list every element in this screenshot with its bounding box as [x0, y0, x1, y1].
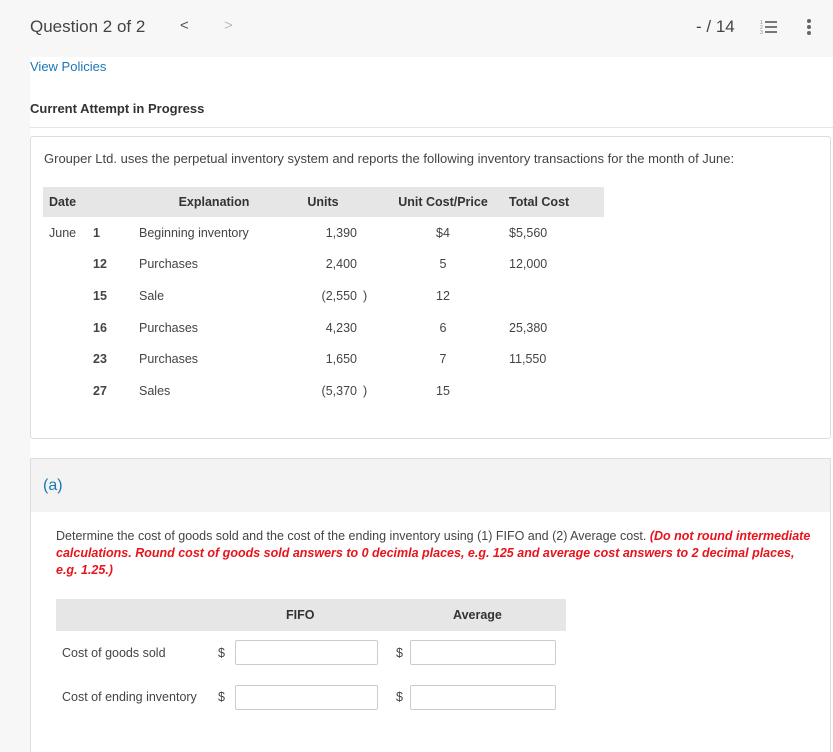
row-units: 2,400 [325, 257, 357, 272]
header-spacer [357, 187, 387, 217]
table-row: June 1 Beginning inventory 1,390 $4 $5,5… [43, 217, 604, 249]
row-unit-cost: $4 [436, 225, 450, 240]
header-spacer [93, 187, 139, 217]
svg-text:3: 3 [760, 30, 763, 35]
ending-inventory-average-input[interactable] [410, 685, 556, 710]
row-month [43, 312, 93, 344]
row-month [43, 375, 93, 407]
top-bar: Question 2 of 2 < > - / 14 1 2 3 [0, 0, 833, 57]
problem-intro: Grouper Ltd. uses the perpetual inventor… [44, 151, 735, 166]
row-day: 27 [93, 383, 107, 398]
attempt-status: Current Attempt in Progress [30, 101, 205, 116]
row-units: 4,230 [325, 320, 357, 335]
row-unit-cost: 7 [439, 352, 447, 367]
row-explanation: Beginning inventory [139, 225, 249, 240]
row-explanation: Sale [139, 288, 165, 303]
part-a-header [30, 458, 831, 514]
row-units: (2,550 [321, 288, 357, 303]
row-day: 23 [93, 352, 107, 367]
question-list-icon[interactable]: 1 2 3 [760, 19, 777, 35]
row-unit-cost: 12 [436, 288, 450, 303]
table-header-row: Date Explanation Units Unit Cost/Price T… [43, 187, 604, 217]
row-paren: ) [363, 383, 368, 398]
row-units: (5,370 [321, 383, 357, 398]
cogs-average-input[interactable] [410, 640, 556, 665]
header-date: Date [43, 187, 93, 217]
instruction-text: Determine the cost of goods sold and the… [56, 529, 650, 543]
table-row: 12 Purchases 2,400 5 12,000 [43, 249, 604, 281]
row-total-cost: 25,380 [509, 320, 548, 335]
ending-inventory-fifo-input[interactable] [235, 685, 378, 710]
row-day: 16 [93, 320, 107, 335]
currency-symbol: $ [396, 690, 403, 704]
header-units: Units [289, 187, 357, 217]
row-month: June [49, 225, 77, 240]
row-unit-cost: 15 [436, 383, 450, 398]
currency-symbol: $ [218, 690, 225, 704]
part-a-label: (a) [43, 477, 63, 494]
header-total-cost: Total Cost [499, 187, 604, 217]
row-month [43, 343, 93, 375]
row-explanation: Purchases [139, 352, 199, 367]
next-question-chevron-icon[interactable]: > [224, 17, 233, 34]
part-a-instructions: Determine the cost of goods sold and the… [56, 528, 816, 579]
column-average: Average [453, 608, 502, 622]
row-units: 1,650 [325, 352, 357, 367]
row-total-cost: $5,560 [509, 225, 548, 240]
table-row: 15 Sale (2,550 ) 12 [43, 280, 604, 312]
previous-question-chevron-icon[interactable]: < [180, 17, 189, 34]
currency-symbol: $ [396, 646, 403, 660]
inventory-table: Date Explanation Units Unit Cost/Price T… [43, 187, 604, 407]
header-explanation: Explanation [139, 187, 289, 217]
header-unit-cost: Unit Cost/Price [387, 187, 499, 217]
view-policies-link[interactable]: View Policies [30, 59, 106, 74]
cogs-label: Cost of goods sold [62, 646, 166, 660]
table-row: 23 Purchases 1,650 7 11,550 [43, 343, 604, 375]
question-counter: Question 2 of 2 [30, 17, 146, 36]
cogs-fifo-input[interactable] [235, 640, 378, 665]
row-paren: ) [363, 288, 368, 303]
row-total-cost [499, 375, 604, 407]
currency-symbol: $ [218, 646, 225, 660]
row-unit-cost: 6 [439, 320, 447, 335]
divider [30, 127, 833, 128]
row-unit-cost: 5 [439, 257, 447, 272]
row-explanation: Purchases [139, 257, 199, 272]
row-explanation: Purchases [139, 320, 199, 335]
row-units: 1,390 [325, 225, 357, 240]
row-total-cost [499, 280, 604, 312]
row-day: 12 [93, 257, 107, 272]
column-fifo: FIFO [286, 608, 315, 622]
row-explanation: Sales [139, 383, 171, 398]
row-total-cost: 11,550 [509, 352, 547, 367]
row-month [43, 249, 93, 281]
row-paren [357, 249, 387, 281]
row-month [43, 280, 93, 312]
row-paren [357, 217, 387, 249]
answer-table-header: FIFO Average [56, 599, 566, 631]
row-total-cost: 12,000 [509, 257, 548, 272]
table-row: 27 Sales (5,370 ) 15 [43, 375, 604, 407]
score-display: - / 14 [696, 17, 735, 36]
table-row: 16 Purchases 4,230 6 25,380 [43, 312, 604, 344]
row-paren [357, 343, 387, 375]
ending-inventory-label: Cost of ending inventory [62, 690, 197, 704]
row-day: 15 [93, 288, 107, 303]
row-day: 1 [93, 225, 100, 240]
more-options-icon[interactable] [806, 17, 812, 37]
row-paren [357, 312, 387, 344]
